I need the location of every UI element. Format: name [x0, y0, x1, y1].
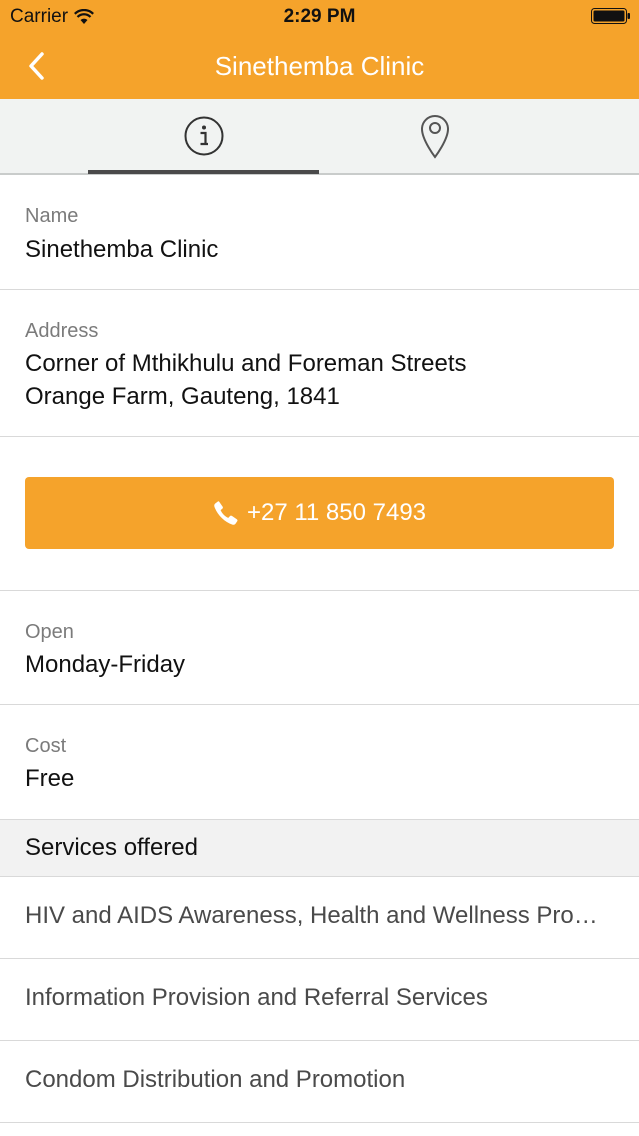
tab-selection-indicator: [88, 170, 319, 174]
phone-icon: [214, 501, 238, 525]
tab-map[interactable]: [319, 99, 550, 173]
call-row: +27 11 850 7493: [0, 437, 639, 591]
name-label: Name: [25, 205, 79, 227]
service-item-label: Information Provision and Referral Servi…: [25, 984, 488, 1011]
back-button[interactable]: [18, 46, 54, 86]
page-title: Sinethemba Clinic: [214, 51, 425, 81]
status-time: 2:29 PM: [283, 6, 356, 27]
address-row: Address Corner of Mthikhulu and Foreman …: [0, 290, 639, 437]
battery-icon: [591, 8, 630, 24]
service-item[interactable]: Condom Distribution and Promotion: [0, 1041, 639, 1123]
name-value: Sinethemba Clinic: [25, 236, 219, 263]
map-pin-icon: [420, 115, 449, 159]
info-icon: [184, 116, 223, 156]
services-title: Services offered: [25, 834, 198, 861]
open-value: Monday-Friday: [25, 651, 186, 678]
services-section-header: Services offered: [0, 820, 639, 877]
service-item-label: Condom Distribution and Promotion: [25, 1066, 406, 1093]
phone-number: +27 11 850 7493: [246, 499, 427, 526]
service-item-label: HIV and AIDS Awareness, Health and Welln…: [25, 902, 598, 929]
cost-label: Cost: [25, 735, 67, 757]
chevron-left-icon: [29, 52, 44, 80]
status-bar: Carrier 2:29 PM: [0, 0, 639, 32]
cost-row: Cost Free: [0, 705, 639, 820]
open-label: Open: [25, 621, 74, 643]
call-button[interactable]: +27 11 850 7493: [25, 477, 614, 549]
service-item[interactable]: Information Provision and Referral Servi…: [0, 959, 639, 1041]
tab-info[interactable]: [88, 99, 319, 173]
open-row: Open Monday-Friday: [0, 591, 639, 705]
address-line-1: Corner of Mthikhulu and Foreman Streets: [25, 350, 467, 377]
name-row: Name Sinethemba Clinic: [0, 175, 639, 290]
service-item[interactable]: HIV and AIDS Awareness, Health and Welln…: [0, 877, 639, 959]
navigation-bar: Sinethemba Clinic: [0, 32, 639, 99]
address-line-2: Orange Farm, Gauteng, 1841: [25, 383, 340, 410]
cost-value: Free: [25, 765, 75, 792]
address-label: Address: [25, 320, 99, 342]
segment-tabs: [0, 99, 639, 175]
